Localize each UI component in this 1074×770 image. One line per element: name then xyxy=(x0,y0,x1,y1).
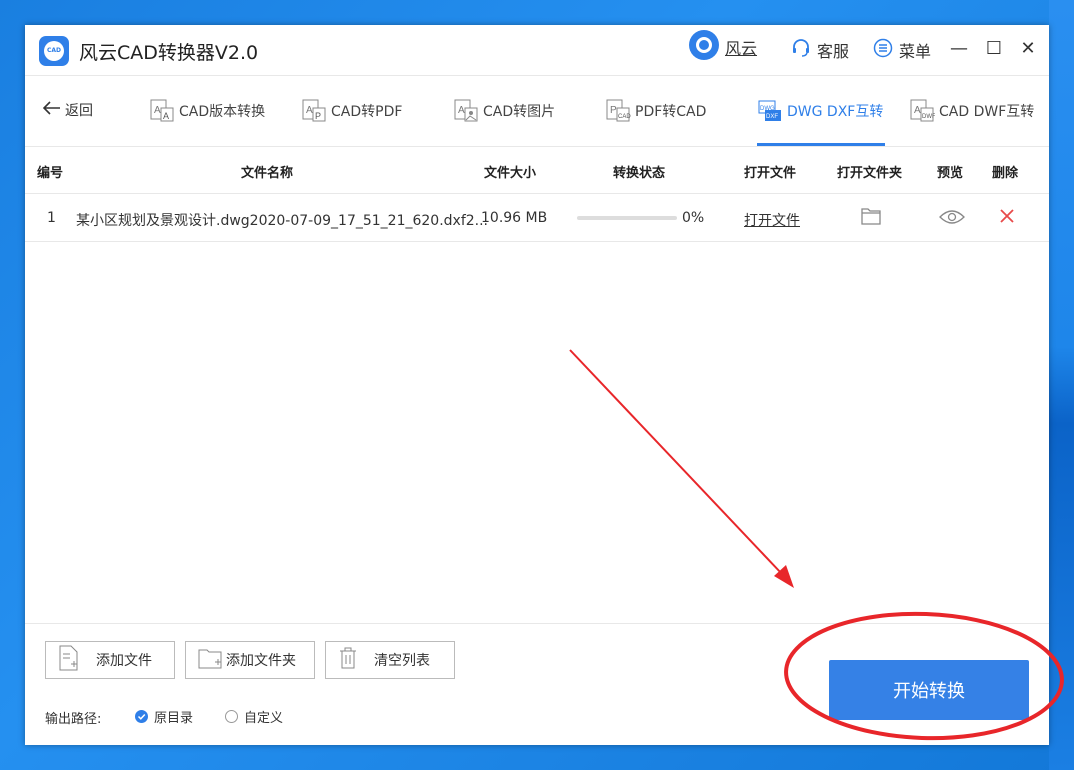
file-table-header: 编号 文件名称 文件大小 转换状态 打开文件 打开文件夹 预览 删除 xyxy=(25,147,1049,194)
svg-text:A: A xyxy=(306,105,313,116)
desktop-background xyxy=(1049,0,1074,770)
tab-label: DWG DXF互转 xyxy=(787,104,884,120)
add-folder-icon xyxy=(198,647,224,673)
trash-icon xyxy=(338,647,358,673)
tab-cad-to-pdf[interactable]: AP CAD转PDF xyxy=(301,96,402,126)
svg-text:A: A xyxy=(163,111,169,121)
tab-pdf-to-cad[interactable]: P CAD PDF转CAD xyxy=(605,96,706,126)
fengyun-label: 风云 xyxy=(725,39,758,58)
start-convert-button[interactable]: 开始转换 xyxy=(829,660,1029,720)
dwf-convert-icon: A DWF xyxy=(909,98,936,124)
pdf-to-cad-icon: P CAD xyxy=(605,98,631,124)
svg-text:DXF: DXF xyxy=(766,114,778,120)
tab-cad-version-convert[interactable]: AA CAD版本转换 xyxy=(149,96,265,126)
add-folder-button[interactable]: 添加文件夹 xyxy=(185,641,315,679)
svg-text:A: A xyxy=(914,105,921,116)
app-window: CAD 风云CAD转换器V2.0 风云 客服 菜单 — ☐ ✕ 返回 A A C… xyxy=(25,25,1049,745)
svg-text:CAD: CAD xyxy=(618,114,631,120)
title-bar: CAD 风云CAD转换器V2.0 风云 客服 菜单 — ☐ ✕ xyxy=(25,25,1049,76)
svg-text:A: A xyxy=(458,105,465,116)
radio-circle-icon xyxy=(225,710,238,723)
header-preview: 预览 xyxy=(937,166,964,181)
tab-label: CAD版本转换 xyxy=(179,104,266,120)
conversion-progress-bar xyxy=(577,216,677,220)
open-file-link[interactable]: 打开文件 xyxy=(744,210,800,230)
tab-cad-to-image[interactable]: A CAD转图片 xyxy=(453,96,555,126)
radio-original-directory[interactable]: 原目录 xyxy=(135,707,193,726)
radio-custom-label: 自定义 xyxy=(244,711,284,726)
tab-cad-dwf-convert[interactable]: A DWF CAD DWF互转 xyxy=(909,96,1034,126)
pdf-convert-icon: AP xyxy=(301,98,327,124)
header-filename: 文件名称 xyxy=(241,166,294,181)
header-open-file: 打开文件 xyxy=(744,166,797,181)
headset-icon xyxy=(791,38,811,62)
svg-text:P: P xyxy=(610,105,617,116)
clear-list-label: 清空列表 xyxy=(374,653,430,669)
minimize-button[interactable]: — xyxy=(947,37,971,61)
tab-label: CAD DWF互转 xyxy=(939,104,1035,120)
fengyun-button[interactable]: 风云 xyxy=(689,30,758,60)
active-tab-indicator xyxy=(757,143,885,146)
header-status: 转换状态 xyxy=(613,166,666,181)
add-file-label: 添加文件 xyxy=(96,653,152,669)
menu-list-icon xyxy=(873,38,893,62)
tab-dwg-dxf-convert[interactable]: DWG DXF DWG DXF互转 xyxy=(757,96,883,126)
dwg-dxf-icon: DWG DXF xyxy=(757,98,783,124)
delete-x-icon[interactable] xyxy=(1000,209,1014,227)
svg-text:P: P xyxy=(315,111,321,121)
menu-button[interactable]: 菜单 xyxy=(873,38,931,62)
arrow-left-icon xyxy=(42,101,61,119)
maximize-button[interactable]: ☐ xyxy=(982,37,1006,61)
row-size: 10.96 MB xyxy=(481,210,548,226)
back-button[interactable]: 返回 xyxy=(42,100,93,120)
radio-original-label: 原目录 xyxy=(154,711,194,726)
svg-text:DWF: DWF xyxy=(922,114,935,120)
radio-custom-directory[interactable]: 自定义 xyxy=(225,707,283,726)
header-index: 编号 xyxy=(37,166,64,181)
back-label: 返回 xyxy=(65,103,93,119)
output-path-label: 输出路径: xyxy=(45,712,102,727)
image-convert-icon: A xyxy=(453,98,479,124)
tab-label: CAD转PDF xyxy=(331,104,403,120)
close-button[interactable]: ✕ xyxy=(1016,37,1040,61)
function-tab-bar: 返回 AA CAD版本转换 AP CAD转PDF A CAD转图片 P CAD P… xyxy=(25,76,1049,147)
row-index: 1 xyxy=(47,210,56,226)
add-file-button[interactable]: 添加文件 xyxy=(45,641,175,679)
clear-list-button[interactable]: 清空列表 xyxy=(325,641,455,679)
customer-service-label: 客服 xyxy=(817,42,850,61)
header-size: 文件大小 xyxy=(484,166,537,181)
progress-percent: 0% xyxy=(682,210,705,226)
table-row: 1 某小区规划及景观设计.dwg2020-07-09_17_51_21_620.… xyxy=(25,194,1049,242)
header-open-folder: 打开文件夹 xyxy=(837,166,903,181)
check-icon xyxy=(135,710,148,723)
customer-service-button[interactable]: 客服 xyxy=(791,38,849,62)
app-title: 风云CAD转换器V2.0 xyxy=(79,42,259,64)
folder-icon[interactable] xyxy=(861,207,881,229)
svg-text:A: A xyxy=(154,105,161,116)
tab-label: CAD转图片 xyxy=(483,104,556,120)
add-folder-label: 添加文件夹 xyxy=(226,653,296,669)
header-delete: 删除 xyxy=(992,166,1019,181)
menu-label: 菜单 xyxy=(899,42,932,61)
eye-preview-icon[interactable] xyxy=(939,208,965,230)
fengyun-logo-icon xyxy=(689,30,719,60)
row-filename: 某小区规划及景观设计.dwg2020-07-09_17_51_21_620.dx… xyxy=(76,213,489,229)
app-logo-icon: CAD xyxy=(39,36,69,66)
version-convert-icon: AA xyxy=(149,98,175,124)
tab-label: PDF转CAD xyxy=(635,104,707,120)
add-file-icon xyxy=(58,645,80,675)
